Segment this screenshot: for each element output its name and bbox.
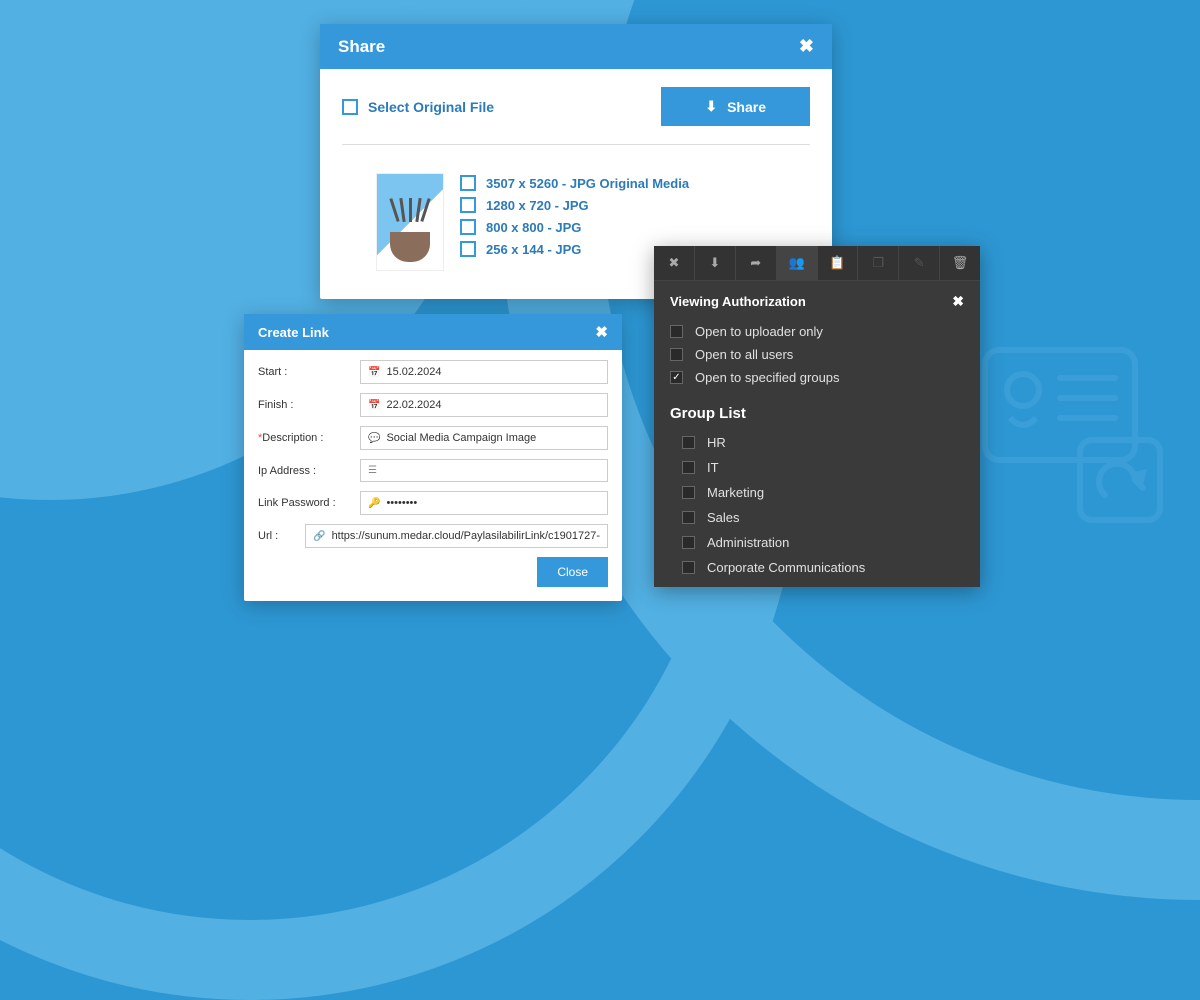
list-icon: ☰ [368,465,377,476]
ip-label: Ip Address : [258,465,360,477]
share-button[interactable]: ⬇ Share [661,87,810,126]
checkbox-icon [460,197,476,213]
group-item[interactable]: Sales [654,505,980,530]
trash-icon[interactable]: 🗑 [940,246,980,280]
checkbox-icon: ✓ [670,371,683,384]
download-icon[interactable]: ⬇ [695,246,736,280]
ip-input[interactable]: ☰ [360,459,608,482]
clipboard-icon[interactable]: 📋 [818,246,859,280]
format-option[interactable]: 3507 x 5260 - JPG Original Media [460,175,689,191]
create-link-title: Create Link [258,325,329,340]
checkbox-icon [682,511,695,524]
group-item[interactable]: HR [654,430,980,455]
url-input[interactable]: 🔗 https://sunum.medar.cloud/Paylasilabil… [305,524,608,548]
group-item[interactable]: Marketing [654,480,980,505]
checkbox-icon [342,99,358,115]
share-icon[interactable]: ➦ [736,246,777,280]
checkbox-icon [682,561,695,574]
password-input[interactable]: 🔑 •••••••• [360,491,608,515]
finish-date-input[interactable]: 📅 22.02.2024 [360,393,608,417]
authorization-dialog: ✖ ⬇ ➦ 👥 📋 ❐ ✎ 🗑 Viewing Authorization ✖ … [654,246,980,587]
calendar-icon: 📅 [368,400,380,411]
auth-option[interactable]: ✓ Open to specified groups [654,366,980,389]
download-icon: ⬇ [705,98,717,115]
close-icon[interactable]: ✖ [952,293,964,310]
select-original-checkbox[interactable]: Select Original File [342,99,494,115]
media-thumbnail [376,173,444,271]
auth-option[interactable]: Open to uploader only [654,320,980,343]
checkbox-icon [670,348,683,361]
start-label: Start : [258,366,360,378]
checkbox-icon [460,241,476,257]
checkbox-icon [460,175,476,191]
close-icon[interactable]: ✖ [799,36,814,57]
password-label: Link Password : [258,497,360,509]
format-option[interactable]: 1280 x 720 - JPG [460,197,689,213]
brush-icon[interactable]: ✎ [899,246,940,280]
format-option[interactable]: 800 x 800 - JPG [460,219,689,235]
auth-option[interactable]: Open to all users [654,343,980,366]
checkbox-icon [682,486,695,499]
checkbox-icon [682,461,695,474]
chat-icon: 💬 [368,433,380,444]
auth-title: Viewing Authorization [670,294,806,309]
checkbox-icon [682,436,695,449]
checkbox-icon [670,325,683,338]
create-link-dialog: Create Link ✖ Start : 📅 15.02.2024 Finis… [244,314,622,601]
close-button[interactable]: Close [537,557,608,587]
group-item[interactable]: IT [654,455,980,480]
background-decoration [980,340,1170,545]
url-label: Url : [258,530,305,542]
checkbox-icon [460,219,476,235]
start-date-input[interactable]: 📅 15.02.2024 [360,360,608,384]
auth-toolbar: ✖ ⬇ ➦ 👥 📋 ❐ ✎ 🗑 [654,246,980,281]
share-title: Share [338,37,385,57]
link-icon: 🔗 [313,531,325,542]
description-input[interactable]: 💬 Social Media Campaign Image [360,426,608,450]
copy-icon[interactable]: ❐ [858,246,899,280]
finish-label: Finish : [258,399,360,411]
calendar-icon: 📅 [368,367,380,378]
close-icon[interactable]: ✖ [654,246,695,280]
group-list-title: Group List [654,389,980,430]
users-icon[interactable]: 👥 [777,246,818,280]
key-icon: 🔑 [368,498,380,509]
close-icon[interactable]: ✖ [595,323,608,341]
group-item[interactable]: Administration [654,530,980,555]
group-item[interactable]: Corporate Communications [654,555,980,587]
checkbox-icon [682,536,695,549]
description-label: *Description : [258,432,360,444]
